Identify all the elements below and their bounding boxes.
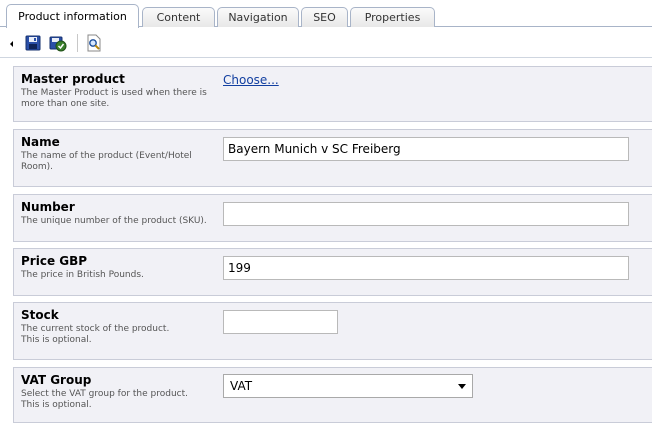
tab-content[interactable]: Content xyxy=(142,7,215,27)
number-description: The unique number of the product (SKU). xyxy=(21,216,207,226)
name-input[interactable]: Bayern Munich v SC Freiberg xyxy=(223,137,629,161)
price-label-block: Price GBP The price in British Pounds. xyxy=(21,254,221,281)
vat-group-selected-value: VAT xyxy=(230,379,253,393)
save-icon[interactable] xyxy=(24,34,42,52)
vat-group-description-line-2: This is optional. xyxy=(21,400,92,410)
vat-group-description: Select the VAT group for the product. Th… xyxy=(21,389,221,411)
vat-group-description-line-1: Select the VAT group for the product. xyxy=(21,389,188,399)
stock-description-line-1: The current stock of the product. xyxy=(21,324,170,334)
tab-product-information[interactable]: Product information xyxy=(6,4,139,28)
price-description: The price in British Pounds. xyxy=(21,270,144,280)
product-form: Master product The Master Product is use… xyxy=(0,58,652,446)
price-title: Price GBP xyxy=(21,254,88,268)
number-label-block: Number The unique number of the product … xyxy=(21,200,221,227)
chevron-down-icon[interactable] xyxy=(458,384,466,389)
toolbar-collapse-icon[interactable] xyxy=(10,41,13,47)
vat-group-title: VAT Group xyxy=(21,373,92,387)
choose-master-product-link[interactable]: Choose... xyxy=(223,73,279,87)
tab-navigation[interactable]: Navigation xyxy=(217,7,299,27)
stock-description: The current stock of the product. This i… xyxy=(21,324,221,346)
name-row: Name The name of the product (Event/Hote… xyxy=(13,129,652,187)
name-description: The name of the product (Event/Hotel Roo… xyxy=(21,151,192,172)
name-title: Name xyxy=(21,135,60,149)
toolbar xyxy=(0,28,652,58)
stock-input[interactable] xyxy=(223,310,338,334)
master-product-row: Master product The Master Product is use… xyxy=(13,66,652,122)
vat-group-select[interactable]: VAT xyxy=(223,374,473,398)
preview-icon[interactable] xyxy=(85,34,103,52)
vat-group-label-block: VAT Group Select the VAT group for the p… xyxy=(21,373,221,411)
stock-label-block: Stock The current stock of the product. … xyxy=(21,308,221,346)
master-product-title: Master product xyxy=(21,72,125,86)
save-and-close-icon[interactable] xyxy=(49,34,67,52)
stock-title: Stock xyxy=(21,308,59,322)
price-input[interactable]: 199 xyxy=(223,256,629,280)
vat-group-row: VAT Group Select the VAT group for the p… xyxy=(13,367,652,423)
tab-seo[interactable]: SEO xyxy=(301,7,348,27)
number-row: Number The unique number of the product … xyxy=(13,194,652,242)
tab-properties[interactable]: Properties xyxy=(350,7,435,27)
number-title: Number xyxy=(21,200,75,214)
tab-bar: Product information Content Navigation S… xyxy=(0,0,652,28)
master-product-label-block: Master product The Master Product is use… xyxy=(21,72,221,110)
toolbar-separator xyxy=(77,34,78,52)
stock-row: Stock The current stock of the product. … xyxy=(13,302,652,360)
name-label-block: Name The name of the product (Event/Hote… xyxy=(21,135,221,173)
price-row: Price GBP The price in British Pounds. 1… xyxy=(13,248,652,296)
number-input[interactable] xyxy=(223,202,629,226)
stock-description-line-2: This is optional. xyxy=(21,335,92,345)
master-product-description: The Master Product is used when there is… xyxy=(21,88,207,109)
